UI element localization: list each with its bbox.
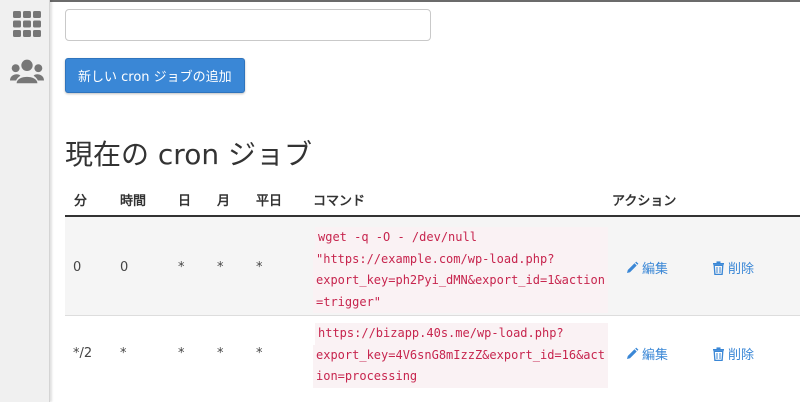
delete-label: 削除 [728,348,755,363]
command-line: export_key=ph2Pyi_dMN&export_id=1&action [313,270,608,292]
edit-button[interactable]: 編集 [625,344,668,363]
day-cell: * [178,260,185,275]
weekday-cell: * [256,260,263,275]
column-header-day: 日 [178,194,192,209]
pencil-icon [627,347,639,359]
hour-cell: 0 [120,260,129,275]
table-row: */2 * * * * https://bizapp.40s.me/wp-loa… [65,316,800,402]
add-cron-job-button[interactable]: 新しい cron ジョブの追加 [65,58,245,93]
column-header-actions: アクション [612,194,677,209]
edit-button[interactable]: 編集 [625,258,668,277]
command-line: https://bizapp.40s.me/wp-load.php? [315,323,608,345]
command-line: "https://example.com/wp-load.php? [313,248,608,270]
day-cell: * [178,346,185,361]
delete-button[interactable]: 削除 [712,258,754,277]
command-cell: wget -q -O - /dev/null "https://example.… [313,227,608,313]
command-input[interactable] [65,9,431,41]
month-cell: * [217,260,224,275]
column-header-command: コマンド [313,194,366,209]
command-line: =trigger" [313,291,608,313]
command-cell: https://bizapp.40s.me/wp-load.php? expor… [313,323,608,388]
delete-button[interactable]: 削除 [712,344,754,363]
command-line: ion=processing [313,366,608,388]
column-header-minute: 分 [74,194,88,209]
minute-cell: 0 [73,260,82,275]
table-row: 0 0 * * * wget -q -O - /dev/null "https:… [65,217,800,316]
minute-cell: */2 [73,346,93,361]
sidebar [0,0,50,402]
page-title: 現在の cron ジョブ [65,138,312,171]
trash-icon [713,346,724,361]
command-line: export_key=4V6snG8mIzzZ&export_id=16&act [313,344,608,366]
command-line: wget -q -O - /dev/null [315,227,608,249]
column-header-weekday: 平日 [256,194,283,209]
edit-label: 編集 [642,262,669,277]
main-content: 新しい cron ジョブの追加 現在の cron ジョブ 分 時間 日 月 平日… [50,0,800,402]
pencil-icon [627,261,639,273]
edit-label: 編集 [642,348,669,363]
trash-icon [713,260,724,275]
weekday-cell: * [256,346,263,361]
month-cell: * [217,346,224,361]
hour-cell: * [120,346,127,361]
column-header-hour: 時間 [120,194,147,209]
column-header-month: 月 [217,194,231,209]
grid-icon[interactable] [10,9,44,39]
delete-label: 削除 [728,262,755,277]
users-icon[interactable] [10,56,44,86]
